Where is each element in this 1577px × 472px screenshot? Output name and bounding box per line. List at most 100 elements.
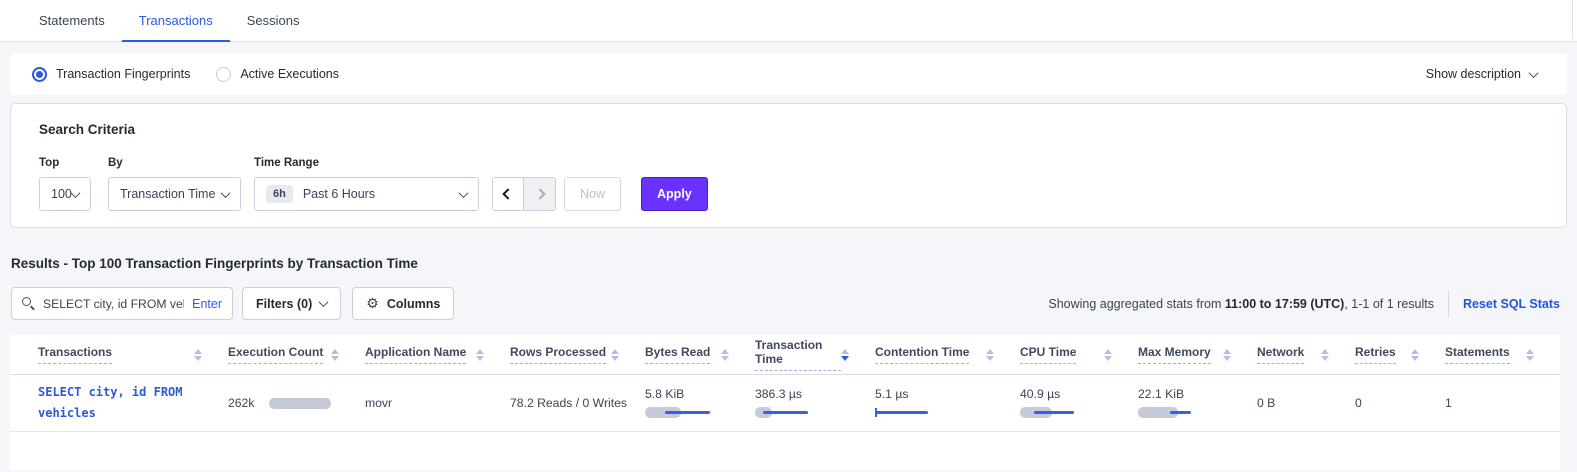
- radio-transaction-fingerprints[interactable]: Transaction Fingerprints: [32, 67, 190, 82]
- tab-statements[interactable]: Statements: [22, 0, 122, 41]
- tabbar-right-edge: [1572, 0, 1573, 41]
- cell-cpu-time: 40.9 µs: [1020, 387, 1138, 419]
- show-description-toggle[interactable]: Show description: [1426, 67, 1545, 81]
- cell-transaction: SELECT city, id FROM vehicles: [38, 382, 228, 424]
- sort-icon[interactable]: [986, 349, 994, 361]
- sort-icon[interactable]: [194, 349, 202, 361]
- bytes-read-value: 5.8 KiB: [645, 387, 755, 401]
- radio-label: Transaction Fingerprints: [56, 67, 190, 81]
- by-field: By Transaction Time: [108, 157, 241, 211]
- cell-max-memory: 22.1 KiB: [1138, 387, 1257, 419]
- sort-icon[interactable]: [1321, 349, 1329, 361]
- sort-icon[interactable]: [1411, 349, 1419, 361]
- chevron-right-icon: [534, 188, 545, 199]
- top-field-label: Top: [39, 157, 91, 169]
- sort-icon[interactable]: [1223, 349, 1231, 361]
- column-header-application-name[interactable]: Application Name: [365, 345, 510, 364]
- sort-icon[interactable]: [721, 349, 729, 361]
- radio-selected-icon[interactable]: [32, 67, 47, 82]
- stats-suffix: , 1-1 of 1 results: [1344, 297, 1434, 311]
- page-tabbar: Statements Transactions Sessions: [0, 0, 1577, 42]
- view-toggle-band: Transaction Fingerprints Active Executio…: [10, 53, 1567, 95]
- search-enter-button[interactable]: Enter: [192, 297, 222, 311]
- tab-sessions[interactable]: Sessions: [230, 0, 317, 41]
- radio-unselected-icon[interactable]: [216, 67, 231, 82]
- column-header-label: CPU Time: [1020, 345, 1076, 364]
- chevron-down-icon: [319, 297, 329, 307]
- table-header-row: Transactions Execution Count Application…: [10, 335, 1560, 375]
- column-header-retries[interactable]: Retries: [1355, 345, 1445, 364]
- column-header-max-memory[interactable]: Max Memory: [1138, 345, 1257, 364]
- time-range-select[interactable]: 6h Past 6 Hours: [254, 177, 479, 211]
- cpu-time-bar-chart: [1020, 407, 1092, 419]
- column-header-contention-time[interactable]: Contention Time: [875, 345, 1020, 364]
- radio-label: Active Executions: [240, 67, 339, 81]
- column-header-execution-count[interactable]: Execution Count: [228, 345, 365, 364]
- column-header-network[interactable]: Network: [1257, 345, 1355, 364]
- time-range-badge: 6h: [266, 185, 293, 203]
- next-time-window-button[interactable]: [524, 178, 555, 210]
- sort-icon[interactable]: [331, 349, 339, 361]
- results-table: Transactions Execution Count Application…: [10, 335, 1560, 470]
- cpu-time-value: 40.9 µs: [1020, 387, 1138, 401]
- sort-icon[interactable]: [1526, 349, 1534, 361]
- cell-bytes-read: 5.8 KiB: [645, 387, 755, 419]
- reset-sql-stats-link[interactable]: Reset SQL Stats: [1463, 297, 1560, 311]
- search-criteria-title: Search Criteria: [39, 122, 1538, 137]
- radio-active-executions[interactable]: Active Executions: [216, 67, 339, 82]
- max-memory-value: 22.1 KiB: [1138, 387, 1257, 401]
- contention-time-value: 5.1 µs: [875, 387, 1020, 401]
- cell-transaction-time: 386.3 µs: [755, 387, 875, 419]
- results-controls-row: SELECT city, id FROM vehicles W Enter Fi…: [11, 287, 1560, 320]
- top-select[interactable]: 100: [39, 177, 91, 211]
- transaction-fingerprint-link[interactable]: SELECT city, id FROM vehicles: [38, 382, 206, 424]
- column-header-bytes-read[interactable]: Bytes Read: [645, 345, 755, 364]
- column-header-label: Network: [1257, 345, 1304, 364]
- tab-transactions[interactable]: Transactions: [122, 0, 230, 41]
- contention-time-bar-chart: [875, 407, 947, 419]
- column-header-label: Statements: [1445, 345, 1510, 364]
- column-header-label: Contention Time: [875, 345, 969, 364]
- search-input[interactable]: SELECT city, id FROM vehicles W Enter: [11, 287, 233, 320]
- sort-icon[interactable]: [1104, 349, 1112, 361]
- chevron-down-icon: [459, 188, 469, 198]
- time-range-field-label: Time Range: [254, 157, 479, 169]
- column-header-transaction-time[interactable]: Transaction Time: [755, 338, 875, 371]
- search-input-value[interactable]: SELECT city, id FROM vehicles W: [43, 297, 184, 311]
- vertical-divider: [1448, 291, 1449, 317]
- column-header-statements[interactable]: Statements: [1445, 345, 1560, 364]
- chevron-down-icon: [221, 188, 231, 198]
- time-window-arrows: [492, 177, 556, 211]
- column-header-transactions[interactable]: Transactions: [38, 345, 228, 364]
- column-header-rows-processed[interactable]: Rows Processed: [510, 345, 645, 364]
- by-select[interactable]: Transaction Time: [108, 177, 241, 211]
- column-header-label: Transaction Time: [755, 338, 841, 371]
- columns-button[interactable]: Columns: [352, 287, 454, 320]
- chevron-left-icon: [502, 188, 513, 199]
- top-select-value: 100: [51, 187, 72, 201]
- sort-icon[interactable]: [476, 349, 484, 361]
- max-memory-bar-chart: [1138, 407, 1210, 419]
- column-header-label: Transactions: [38, 345, 112, 364]
- filters-button[interactable]: Filters (0): [242, 287, 341, 320]
- now-button[interactable]: Now: [564, 177, 621, 211]
- cell-network: 0 B: [1257, 396, 1355, 410]
- column-header-label: Rows Processed: [510, 345, 606, 364]
- cell-statements: 1: [1445, 396, 1560, 410]
- search-criteria-fields: Top 100 By Transaction Time Time Range 6…: [39, 157, 1538, 211]
- top-field: Top 100: [39, 157, 91, 211]
- apply-button[interactable]: Apply: [641, 177, 708, 211]
- stats-prefix: Showing aggregated stats from: [1048, 297, 1225, 311]
- transaction-time-bar-chart: [755, 407, 827, 419]
- column-header-label: Retries: [1355, 345, 1396, 364]
- sort-icon[interactable]: [611, 349, 619, 361]
- results-heading: Results - Top 100 Transaction Fingerprin…: [11, 256, 1567, 271]
- cell-execution-count: 262k: [228, 396, 365, 410]
- column-header-cpu-time[interactable]: CPU Time: [1020, 345, 1138, 364]
- table-row: SELECT city, id FROM vehicles 262k movr …: [10, 375, 1560, 432]
- previous-time-window-button[interactable]: [493, 178, 524, 210]
- cell-retries: 0: [1355, 396, 1445, 410]
- sort-icon-active-desc[interactable]: [841, 349, 849, 361]
- cell-rows-processed: 78.2 Reads / 0 Writes: [510, 396, 645, 410]
- gear-icon: [366, 295, 379, 312]
